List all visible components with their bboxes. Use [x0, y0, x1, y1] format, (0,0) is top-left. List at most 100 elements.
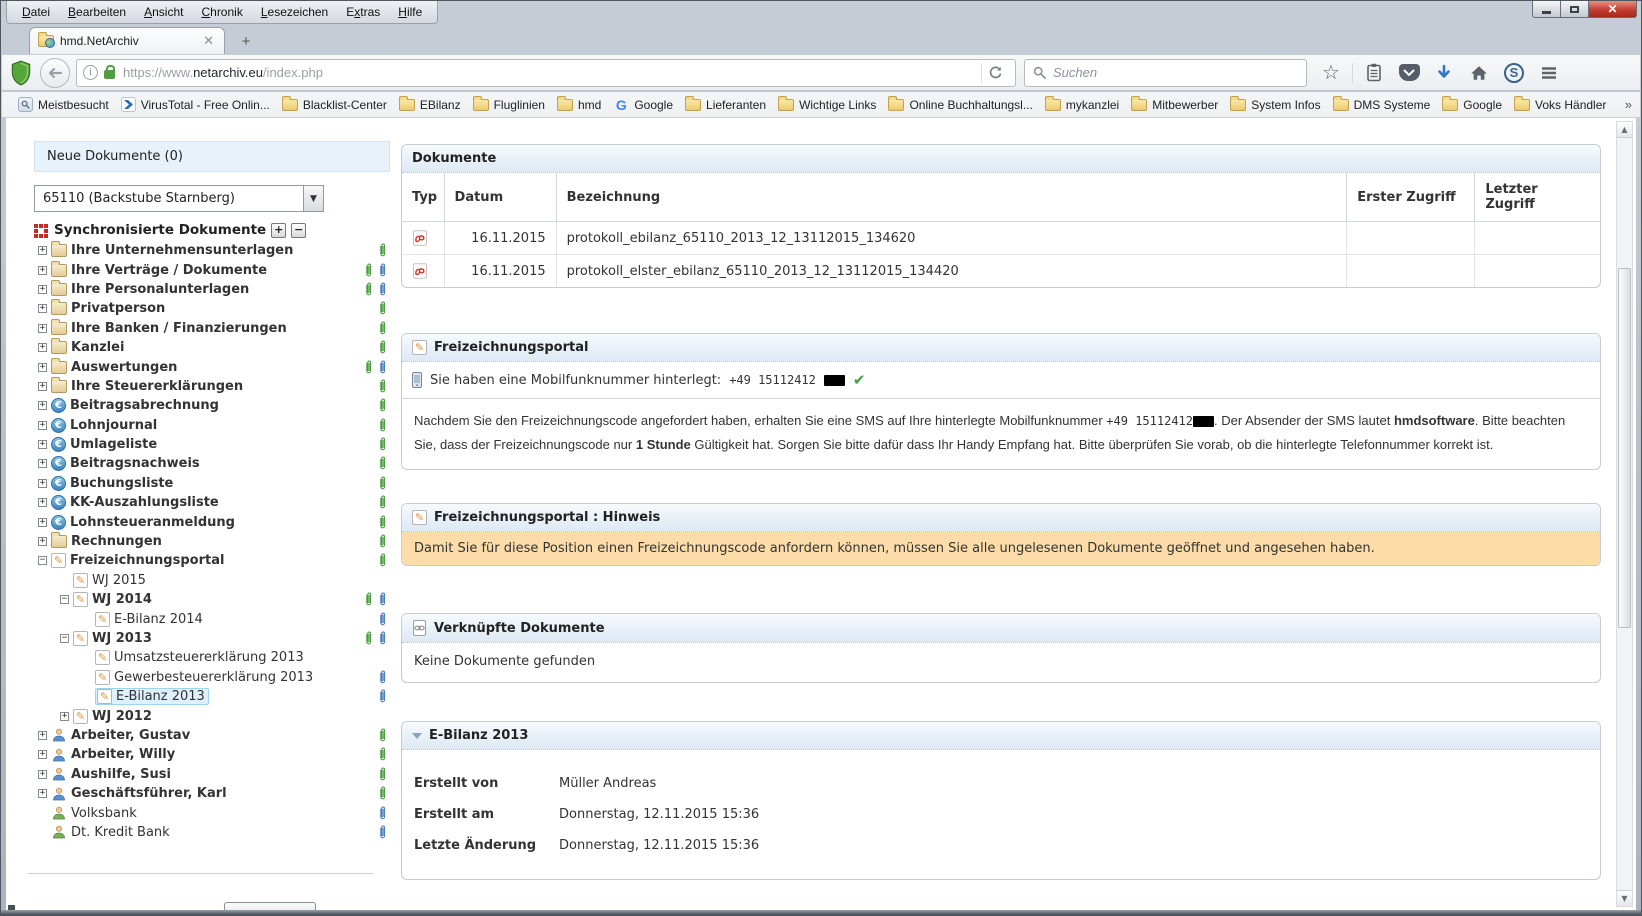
- minimize-button[interactable]: [1532, 1, 1561, 18]
- bookmark-meistbesucht[interactable]: Meistbesucht: [12, 95, 115, 114]
- bookmark-blacklist-center[interactable]: Blacklist-Center: [276, 96, 393, 114]
- expander-plus-icon[interactable]: +: [38, 440, 47, 449]
- bookmark-ebilanz[interactable]: EBilanz: [393, 96, 467, 114]
- expander-plus-icon[interactable]: +: [38, 750, 47, 759]
- url-text[interactable]: https://www.netarchiv.eu/index.php: [123, 65, 977, 80]
- tree-item-gewerbesteuererkl-rung-2013[interactable]: ✎Gewerbesteuererklärung 2013: [34, 668, 391, 687]
- tree-item-privatperson[interactable]: +Privatperson: [34, 299, 391, 318]
- scrollbar-thumb[interactable]: [1618, 268, 1631, 628]
- tab-hmd-netarchiv[interactable]: hmd.NetArchiv ✕: [29, 27, 225, 54]
- tree-item-wj-2014[interactable]: −✎WJ 2014: [34, 590, 391, 609]
- tree-item-wj-2013[interactable]: −✎WJ 2013: [34, 629, 391, 648]
- downloads-button[interactable]: [1430, 59, 1458, 87]
- expander-plus-icon[interactable]: +: [38, 246, 47, 255]
- expander-minus-icon[interactable]: −: [38, 556, 47, 565]
- expander-plus-icon[interactable]: +: [38, 479, 47, 488]
- bookmark-lieferanten[interactable]: Lieferanten: [679, 96, 772, 114]
- tree-item-ihre-unternehmensunterlagen[interactable]: +Ihre Unternehmensunterlagen: [34, 241, 391, 260]
- tree-item-ihre-vertr-ge-dokumente[interactable]: +Ihre Verträge / Dokumente: [34, 260, 391, 279]
- tree-item-rechnungen[interactable]: +Rechnungen: [34, 532, 391, 551]
- expander-plus-icon[interactable]: +: [60, 712, 69, 721]
- expander-plus-icon[interactable]: +: [38, 518, 47, 527]
- tree-item-dt-kredit-bank[interactable]: Dt. Kredit Bank: [34, 823, 391, 842]
- expander-minus-icon[interactable]: −: [60, 595, 69, 604]
- url-bar[interactable]: i https://www.netarchiv.eu/index.php: [76, 59, 1016, 87]
- tree-item-aushilfe-susi[interactable]: +Aushilfe, Susi: [34, 765, 391, 784]
- selected-tree-item[interactable]: ✎E-Bilanz 2013: [95, 688, 209, 705]
- tree-item-beitragsabrechnung[interactable]: +€Beitragsabrechnung: [34, 396, 391, 415]
- page-scrollbar[interactable]: ▲ ▼: [1616, 121, 1633, 907]
- client-select-arrow[interactable]: ▼: [303, 186, 323, 211]
- tree-item-arbeiter-willy[interactable]: +Arbeiter, Willy: [34, 745, 391, 764]
- new-documents-header[interactable]: Neue Dokumente (0): [34, 141, 390, 172]
- tree-item-ihre-personalunterlagen[interactable]: +Ihre Personalunterlagen: [34, 280, 391, 299]
- bookmark-mykanzlei[interactable]: mykanzlei: [1039, 96, 1125, 114]
- bookmark-system-infos[interactable]: System Infos: [1224, 96, 1326, 114]
- tree-item-ihre-banken-finanzierungen[interactable]: +Ihre Banken / Finanzierungen: [34, 319, 391, 338]
- expander-plus-icon[interactable]: +: [38, 285, 47, 294]
- tree-item-umlageliste[interactable]: +€Umlageliste: [34, 435, 391, 454]
- bookmark-online-buchhaltungsl[interactable]: Online Buchhaltungsl...: [882, 96, 1038, 114]
- collapse-triangle-icon[interactable]: [412, 733, 422, 739]
- tree-item-umsatzsteuererkl-rung-2013[interactable]: ✎Umsatzsteuererklärung 2013: [34, 648, 391, 667]
- s-extension-button[interactable]: S: [1500, 59, 1528, 87]
- column-header-letzter-zugriff[interactable]: Letzter Zugriff: [1475, 173, 1600, 222]
- https-lock-icon[interactable]: [104, 70, 115, 79]
- new-tab-button[interactable]: +: [233, 31, 259, 52]
- scroll-up-arrow[interactable]: ▲: [1617, 122, 1632, 138]
- expander-plus-icon[interactable]: +: [38, 401, 47, 410]
- close-button[interactable]: ✕: [1589, 1, 1637, 18]
- tree-item-lohnsteueranmeldung[interactable]: +€Lohnsteueranmeldung: [34, 512, 391, 531]
- tree-item-kanzlei[interactable]: +Kanzlei: [34, 338, 391, 357]
- menu-bearbeiten[interactable]: Bearbeiten: [59, 2, 135, 22]
- expander-plus-icon[interactable]: +: [38, 421, 47, 430]
- tree-item-buchungsliste[interactable]: +€Buchungsliste: [34, 474, 391, 493]
- bookmark-hmd[interactable]: hmd: [551, 96, 607, 114]
- tree-item-freizeichnungsportal[interactable]: −✎Freizeichnungsportal: [34, 551, 391, 570]
- cell-name[interactable]: protokoll_elster_ebilanz_65110_2013_12_1…: [556, 255, 1347, 288]
- expander-plus-icon[interactable]: +: [38, 363, 47, 372]
- tree-item-arbeiter-gustav[interactable]: +Arbeiter, Gustav: [34, 726, 391, 745]
- column-header-datum[interactable]: Datum: [444, 173, 556, 222]
- expander-plus-icon[interactable]: +: [38, 304, 47, 313]
- tree-root[interactable]: Synchronisierte Dokumente + −: [34, 219, 391, 241]
- back-button[interactable]: [40, 58, 70, 88]
- tree-item-gesch-ftsf-hrer-karl[interactable]: +Geschäftsführer, Karl: [34, 784, 391, 803]
- scroll-down-arrow[interactable]: ▼: [1617, 890, 1632, 906]
- search-box[interactable]: Suchen: [1024, 59, 1307, 87]
- bookmark-wichtige-links[interactable]: Wichtige Links: [772, 96, 882, 114]
- tree-item-e-bilanz-2013[interactable]: ✎E-Bilanz 2013: [34, 687, 391, 706]
- tree-item-wj-2015[interactable]: ✎WJ 2015: [34, 571, 391, 590]
- menu-datei[interactable]: Datei: [13, 2, 59, 22]
- maximize-button[interactable]: [1561, 1, 1589, 18]
- table-row[interactable]: 16.11.2015protokoll_ebilanz_65110_2013_1…: [402, 222, 1600, 255]
- menu-chronik[interactable]: Chronik: [192, 2, 251, 22]
- bookmark-dms-systeme[interactable]: DMS Systeme: [1327, 96, 1437, 114]
- expander-minus-icon[interactable]: −: [60, 634, 69, 643]
- expand-all-button[interactable]: +: [271, 223, 286, 238]
- expander-plus-icon[interactable]: +: [38, 266, 47, 275]
- tree-item-ihre-steuererkl-rungen[interactable]: +Ihre Steuererklärungen: [34, 377, 391, 396]
- tree-item-beitragsnachweis[interactable]: +€Beitragsnachweis: [34, 454, 391, 473]
- bookmark-virustotal-free-onlin[interactable]: VirusTotal - Free Onlin...: [115, 95, 276, 114]
- column-header-erster-zugriff[interactable]: Erster Zugriff: [1347, 173, 1475, 222]
- page-info-icon[interactable]: i: [83, 65, 98, 80]
- cell-name[interactable]: protokoll_ebilanz_65110_2013_12_13112015…: [556, 222, 1347, 255]
- bookmarks-overflow-chevron[interactable]: »: [1625, 97, 1632, 112]
- client-select[interactable]: 65110 (Backstube Starnberg) ▼: [34, 185, 324, 212]
- reload-button[interactable]: [981, 63, 1009, 82]
- menu-lesezeichen[interactable]: Lesezeichen: [252, 2, 337, 22]
- bookmarks-list-button[interactable]: [1360, 59, 1388, 87]
- expander-plus-icon[interactable]: +: [38, 459, 47, 468]
- bookmark-star-button[interactable]: ☆: [1317, 59, 1345, 87]
- tree-item-lohnjournal[interactable]: +€Lohnjournal: [34, 416, 391, 435]
- menu-extras[interactable]: Extras: [337, 2, 389, 22]
- table-row[interactable]: 16.11.2015protokoll_elster_ebilanz_65110…: [402, 255, 1600, 288]
- menu-button[interactable]: [1535, 59, 1563, 87]
- tree-item-volksbank[interactable]: Volksbank: [34, 803, 391, 822]
- expander-plus-icon[interactable]: +: [38, 731, 47, 740]
- menu-ansicht[interactable]: Ansicht: [135, 2, 192, 22]
- column-header-typ[interactable]: Typ: [402, 173, 444, 222]
- tree-item-auswertungen[interactable]: +Auswertungen: [34, 357, 391, 376]
- tree-item-kk-auszahlungsliste[interactable]: +€KK-Auszahlungsliste: [34, 493, 391, 512]
